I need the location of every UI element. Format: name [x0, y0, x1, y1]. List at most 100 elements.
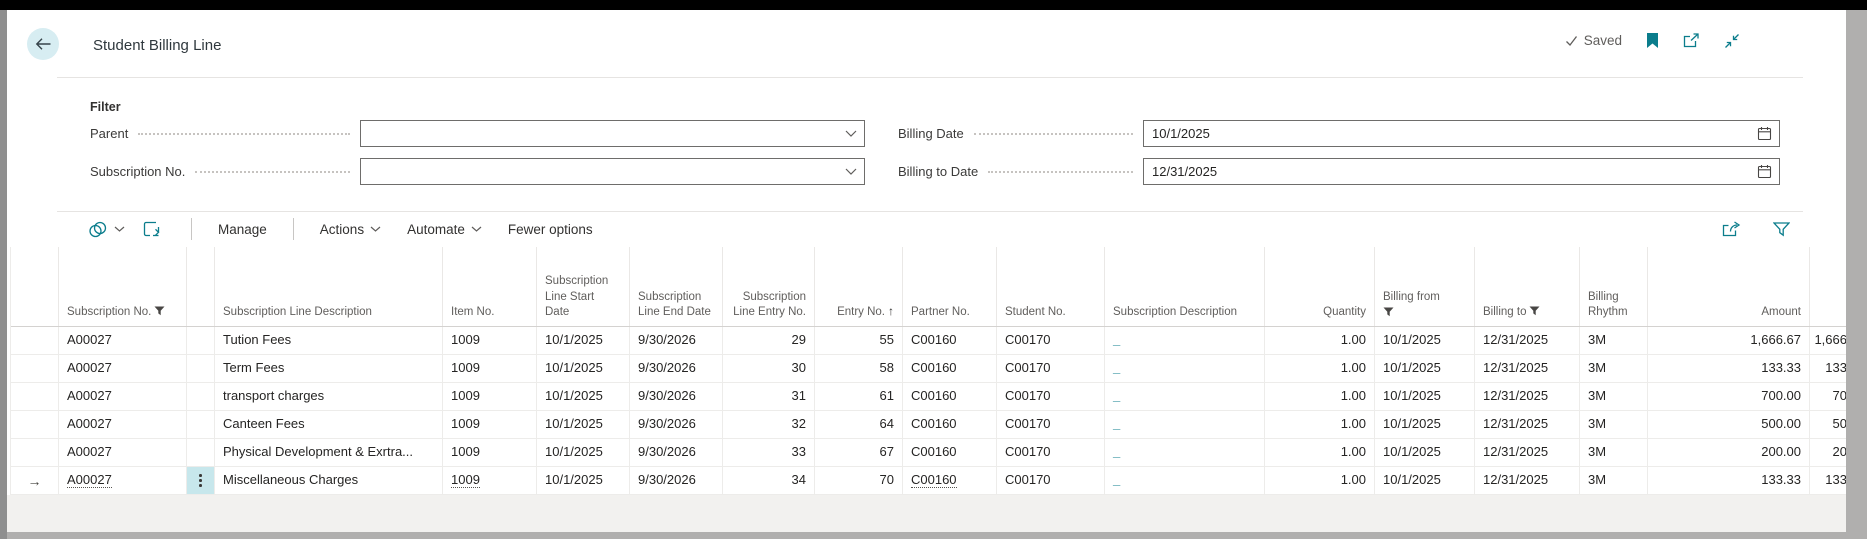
cell-end_date[interactable]: 9/30/2026	[630, 467, 723, 494]
cell-billing_rhythm[interactable]: 3M	[1580, 383, 1648, 410]
table-row[interactable]: A00027Canteen Fees100910/1/20259/30/2026…	[11, 411, 1846, 439]
automate-menu[interactable]: Automate	[407, 222, 482, 237]
cell-start_date[interactable]: 10/1/2025	[537, 411, 630, 438]
cell-quantity[interactable]: 1.00	[1265, 439, 1375, 466]
cell-subscription_description[interactable]: _	[1105, 439, 1265, 466]
calendar-icon[interactable]	[1757, 164, 1772, 179]
cell-description[interactable]: transport charges	[215, 383, 443, 410]
billing-date-field[interactable]	[1143, 120, 1780, 147]
cell-item_no[interactable]: 1009	[443, 383, 537, 410]
cell-billing_from[interactable]: 10/1/2025	[1375, 439, 1475, 466]
column-header-entry_no[interactable]: Entry No.↑	[815, 247, 903, 326]
cell-description[interactable]: Term Fees	[215, 355, 443, 382]
cell-subscription_description[interactable]: _	[1105, 383, 1265, 410]
cell-amount_clipped[interactable]: 133	[1810, 467, 1846, 494]
row-selector[interactable]: →	[11, 467, 59, 494]
cell-end_date[interactable]: 9/30/2026	[630, 355, 723, 382]
cell-subscription_no[interactable]: A00027	[59, 327, 187, 354]
parent-input[interactable]	[361, 121, 845, 146]
cell-row-menu[interactable]	[187, 439, 215, 466]
cell-subscription_no[interactable]: A00027	[59, 355, 187, 382]
analyze-button[interactable]	[143, 221, 160, 238]
calendar-icon[interactable]	[1757, 126, 1772, 141]
cell-billing_to[interactable]: 12/31/2025	[1475, 355, 1580, 382]
column-header-description[interactable]: Subscription Line Description	[215, 247, 443, 326]
share-button[interactable]	[1722, 221, 1741, 237]
filter-list-button[interactable]	[1773, 221, 1790, 237]
cell-description[interactable]: Physical Development & Exrtra...	[215, 439, 443, 466]
cell-end_date[interactable]: 9/30/2026	[630, 327, 723, 354]
cell-billing_from[interactable]: 10/1/2025	[1375, 467, 1475, 494]
column-header-item_no[interactable]: Item No.	[443, 247, 537, 326]
billing-date-input[interactable]	[1144, 121, 1757, 146]
cell-entry_no[interactable]: 61	[815, 383, 903, 410]
cell-start_date[interactable]: 10/1/2025	[537, 327, 630, 354]
cell-subscription_no[interactable]: A00027	[59, 383, 187, 410]
row-selector[interactable]	[11, 327, 59, 354]
column-header-line_entry_no[interactable]: Subscription Line Entry No.	[723, 247, 815, 326]
table-row[interactable]: A00027Term Fees100910/1/20259/30/2026305…	[11, 355, 1846, 383]
column-header-end_date[interactable]: Subscription Line End Date	[630, 247, 723, 326]
cell-subscription_description[interactable]: _	[1105, 467, 1265, 494]
cell-billing_to[interactable]: 12/31/2025	[1475, 439, 1580, 466]
column-header-row-menu[interactable]	[187, 247, 215, 326]
cell-student_no[interactable]: C00170	[997, 327, 1105, 354]
cell-student_no[interactable]: C00170	[997, 411, 1105, 438]
cell-entry_no[interactable]: 64	[815, 411, 903, 438]
cell-amount_clipped[interactable]: 20	[1810, 439, 1846, 466]
cell-billing_rhythm[interactable]: 3M	[1580, 411, 1648, 438]
cell-row-menu[interactable]	[187, 411, 215, 438]
billing-to-date-field[interactable]	[1143, 158, 1780, 185]
cell-item_no[interactable]: 1009	[443, 327, 537, 354]
cell-subscription_no[interactable]: A00027	[59, 439, 187, 466]
row-ellipsis-menu-icon[interactable]	[199, 474, 202, 487]
cell-line_entry_no[interactable]: 32	[723, 411, 815, 438]
cell-billing_rhythm[interactable]: 3M	[1580, 355, 1648, 382]
cell-item_no[interactable]: 1009	[443, 439, 537, 466]
cell-line_entry_no[interactable]: 33	[723, 439, 815, 466]
cell-quantity[interactable]: 1.00	[1265, 383, 1375, 410]
subscription-no-input[interactable]	[361, 159, 845, 184]
cell-amount[interactable]: 500.00	[1648, 411, 1810, 438]
cell-start_date[interactable]: 10/1/2025	[537, 467, 630, 494]
column-header-student_no[interactable]: Student No.	[997, 247, 1105, 326]
cell-amount_clipped[interactable]: 70	[1810, 383, 1846, 410]
views-button[interactable]	[88, 221, 125, 238]
row-selector[interactable]	[11, 355, 59, 382]
cell-billing_to[interactable]: 12/31/2025	[1475, 467, 1580, 494]
cell-partner_no[interactable]: C00160	[903, 439, 997, 466]
cell-item_no[interactable]: 1009	[443, 467, 537, 494]
table-row[interactable]: A00027Physical Development & Exrtra...10…	[11, 439, 1846, 467]
table-row[interactable]: A00027transport charges100910/1/20259/30…	[11, 383, 1846, 411]
cell-description[interactable]: Miscellaneous Charges	[215, 467, 443, 494]
cell-student_no[interactable]: C00170	[997, 439, 1105, 466]
cell-row-menu[interactable]	[187, 467, 215, 494]
cell-billing_rhythm[interactable]: 3M	[1580, 327, 1648, 354]
cell-billing_rhythm[interactable]: 3M	[1580, 439, 1648, 466]
actions-menu[interactable]: Actions	[320, 222, 381, 237]
column-header-subscription_description[interactable]: Subscription Description	[1105, 247, 1265, 326]
cell-billing_to[interactable]: 12/31/2025	[1475, 327, 1580, 354]
cell-start_date[interactable]: 10/1/2025	[537, 383, 630, 410]
cell-row-menu[interactable]	[187, 383, 215, 410]
cell-line_entry_no[interactable]: 30	[723, 355, 815, 382]
cell-student_no[interactable]: C00170	[997, 467, 1105, 494]
cell-quantity[interactable]: 1.00	[1265, 467, 1375, 494]
row-selector[interactable]	[11, 383, 59, 410]
column-header-start_date[interactable]: Subscription Line Start Date	[537, 247, 630, 326]
cell-subscription_description[interactable]: _	[1105, 411, 1265, 438]
cell-amount_clipped[interactable]: 133	[1810, 355, 1846, 382]
column-header-billing_from[interactable]: Billing from	[1375, 247, 1475, 326]
cell-billing_to[interactable]: 12/31/2025	[1475, 383, 1580, 410]
cell-item_no[interactable]: 1009	[443, 355, 537, 382]
cell-subscription_description[interactable]: _	[1105, 355, 1265, 382]
cell-partner_no[interactable]: C00160	[903, 355, 997, 382]
cell-entry_no[interactable]: 55	[815, 327, 903, 354]
cell-billing_to[interactable]: 12/31/2025	[1475, 411, 1580, 438]
cell-subscription_no[interactable]: A00027	[59, 411, 187, 438]
cell-amount_clipped[interactable]: 1,666	[1810, 327, 1846, 354]
cell-start_date[interactable]: 10/1/2025	[537, 439, 630, 466]
cell-amount[interactable]: 200.00	[1648, 439, 1810, 466]
row-selector[interactable]	[11, 411, 59, 438]
column-header-billing_rhythm[interactable]: Billing Rhythm	[1580, 247, 1648, 326]
